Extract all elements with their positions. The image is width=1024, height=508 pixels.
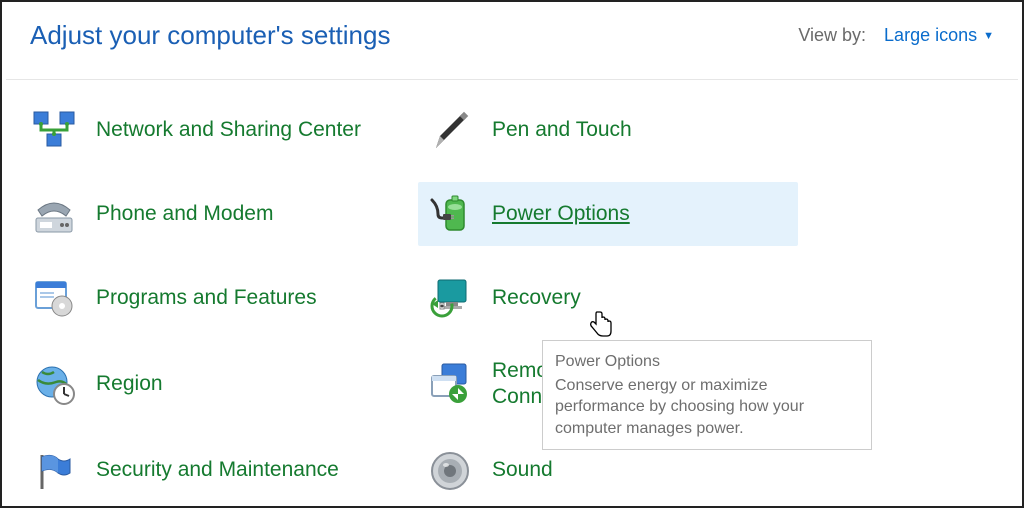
item-label: Recovery [492, 285, 581, 311]
item-security-maintenance[interactable]: Security and Maintenance [22, 439, 402, 503]
programs-icon [30, 274, 78, 322]
recovery-icon [426, 274, 474, 322]
item-programs-features[interactable]: Programs and Features [22, 266, 402, 330]
item-label: Sound [492, 457, 553, 483]
chevron-down-icon: ▼ [983, 30, 994, 42]
page-title: Adjust your computer's settings [30, 20, 390, 51]
globe-clock-icon [30, 360, 78, 408]
item-phone-modem[interactable]: Phone and Modem [22, 182, 402, 246]
item-recovery[interactable]: Recovery [418, 266, 798, 330]
item-label: Power Options [492, 201, 630, 227]
view-by-label: View by: [798, 25, 866, 46]
tooltip: Power Options Conserve energy or maximiz… [542, 340, 872, 450]
item-label: Pen and Touch [492, 117, 632, 143]
tooltip-body: Conserve energy or maximize performance … [555, 375, 859, 440]
speaker-icon [426, 447, 474, 495]
battery-plug-icon [426, 190, 474, 238]
view-by-value: Large icons [884, 25, 977, 46]
flag-icon [30, 447, 78, 495]
item-label: Region [96, 371, 163, 397]
header-bar: Adjust your computer's settings View by:… [2, 2, 1022, 79]
item-region[interactable]: Region [22, 350, 402, 419]
phone-modem-icon [30, 190, 78, 238]
item-label: Security and Maintenance [96, 457, 339, 483]
tooltip-title: Power Options [555, 351, 859, 373]
item-power-options[interactable]: Power Options [418, 182, 798, 246]
pen-icon [426, 106, 474, 154]
item-pen-touch[interactable]: Pen and Touch [418, 98, 798, 162]
item-network-sharing[interactable]: Network and Sharing Center [22, 98, 402, 162]
remoteapp-icon [426, 360, 474, 408]
item-label: Phone and Modem [96, 201, 273, 227]
item-label: Network and Sharing Center [96, 117, 361, 143]
item-label: Programs and Features [96, 285, 317, 311]
view-by-control: View by: Large icons ▼ [798, 25, 994, 46]
view-by-dropdown[interactable]: Large icons ▼ [884, 25, 994, 46]
network-icon [30, 106, 78, 154]
